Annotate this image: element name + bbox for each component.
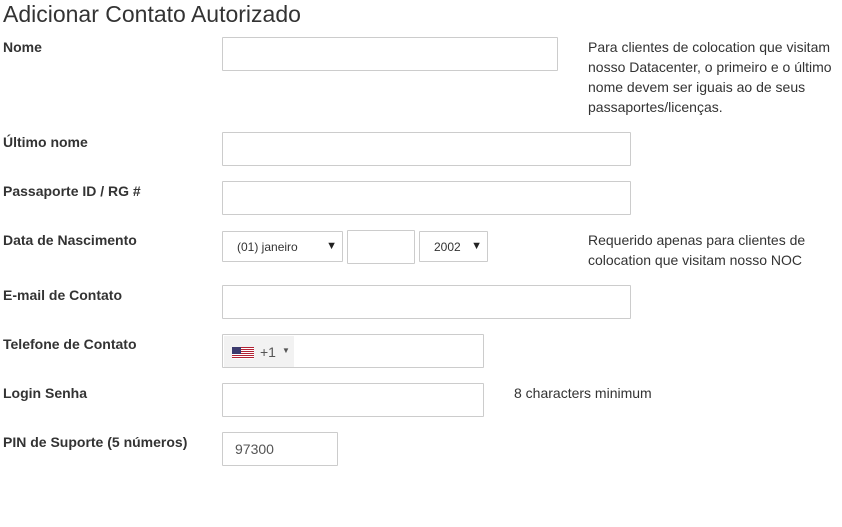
password-input[interactable] [222,383,484,417]
chevron-down-icon: ▼ [326,240,337,252]
phone-label: Telefone de Contato [3,336,137,352]
add-authorized-contact-form: Adicionar Contato Autorizado Nome Para c… [0,0,842,527]
support-pin-value: 97300 [235,441,274,457]
first-name-help: Para clientes de colocation que visitam … [588,39,832,115]
password-label: Login Senha [3,385,87,401]
last-name-label: Último nome [3,134,88,150]
country-code-dropdown[interactable]: +1 ▼ [224,336,294,367]
birth-date-label: Data de Nascimento [3,232,137,248]
page-title: Adicionar Contato Autorizado [3,1,301,27]
first-name-input[interactable] [222,37,558,71]
phone-input[interactable]: +1 ▼ [222,334,484,368]
birth-date-help: Requerido apenas para clientes de coloca… [588,232,806,268]
email-label: E-mail de Contato [3,287,123,303]
support-pin-label: PIN de Suporte (5 números) [3,434,188,450]
last-name-input[interactable] [222,132,631,166]
support-pin-input[interactable]: 97300 [222,432,338,466]
birth-day-input[interactable] [347,230,415,264]
birth-year-select[interactable]: 2002 ▼ [419,231,488,262]
birth-year-value: 2002 [434,240,461,254]
us-flag-icon [232,347,254,359]
passport-input[interactable] [222,181,631,215]
dial-code: +1 [260,344,276,360]
passport-label: Passaporte ID / RG # [3,183,141,199]
birth-month-value: (01) janeiro [237,240,298,254]
birth-month-select[interactable]: (01) janeiro ▼ [222,231,343,262]
email-input[interactable] [222,285,631,319]
password-help: 8 characters minimum [514,385,652,401]
chevron-down-icon: ▼ [471,240,482,252]
first-name-label: Nome [3,39,42,55]
caret-down-icon: ▼ [282,346,290,355]
